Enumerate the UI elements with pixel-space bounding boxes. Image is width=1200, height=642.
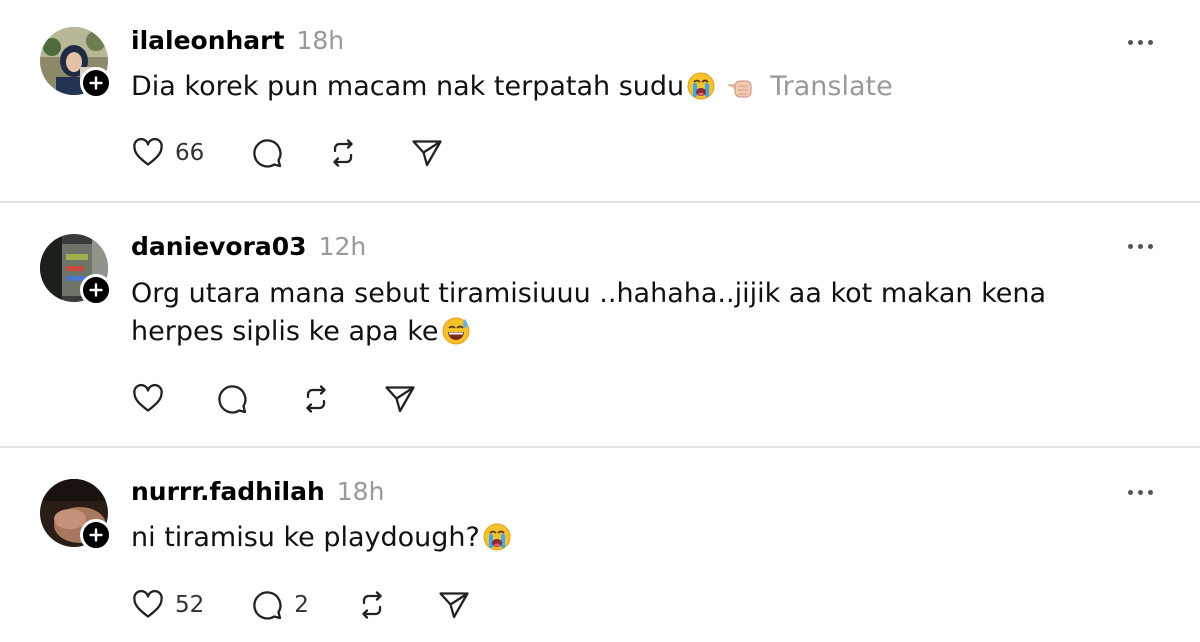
- heart-icon: [133, 137, 163, 166]
- translate-link[interactable]: Translate: [770, 71, 893, 102]
- repost-icon: [333, 139, 353, 167]
- repost-icon: [306, 385, 326, 413]
- like-count: 66: [175, 140, 205, 166]
- divider: [0, 201, 1200, 203]
- crying-emoji-icon: [482, 522, 512, 563]
- more-button[interactable]: [1128, 487, 1162, 497]
- repost-icon: [362, 591, 382, 619]
- like-count: 52: [175, 592, 205, 618]
- crying-emoji-icon: [686, 71, 716, 112]
- more-icon: [1148, 243, 1153, 249]
- plus-icon: [89, 283, 103, 297]
- avatar-wrap[interactable]: [40, 479, 112, 551]
- avatar-wrap[interactable]: [40, 234, 112, 306]
- reply-count: 2: [294, 592, 309, 618]
- timestamp[interactable]: 18h: [337, 477, 385, 506]
- like-button[interactable]: [131, 381, 175, 417]
- comment-icon: [253, 139, 282, 168]
- like-button[interactable]: 66: [131, 135, 204, 171]
- more-icon: [1138, 489, 1143, 495]
- username[interactable]: nurrr.fadhilah: [131, 477, 325, 506]
- post-body: Dia korek pun macam nak terpatah sudu Tr…: [131, 68, 1141, 112]
- more-button[interactable]: [1128, 37, 1162, 47]
- avatar-wrap[interactable]: [40, 27, 112, 99]
- more-icon: [1148, 489, 1153, 495]
- reply-button[interactable]: [215, 381, 259, 417]
- plus-icon: [89, 528, 103, 542]
- grinning-sweat-emoji-icon: [441, 316, 471, 357]
- repost-button[interactable]: [355, 587, 389, 623]
- heart-icon: [133, 383, 163, 412]
- more-icon: [1138, 39, 1143, 45]
- send-icon: [439, 592, 469, 619]
- username[interactable]: danievora03: [131, 232, 307, 261]
- more-icon: [1128, 39, 1133, 45]
- reply-button[interactable]: 2: [250, 587, 309, 623]
- post-text: Dia korek pun macam nak terpatah sudu: [131, 71, 685, 102]
- comment-icon: [253, 591, 282, 620]
- follow-button[interactable]: [80, 274, 112, 306]
- follow-button[interactable]: [80, 67, 112, 99]
- post-text: Org utara mana sebut tiramisiuuu ..hahah…: [131, 278, 1047, 347]
- post-body: ni tiramisu ke playdough?: [131, 519, 1141, 563]
- divider: [0, 446, 1200, 448]
- post-body: Org utara mana sebut tiramisiuuu ..hahah…: [131, 275, 1141, 357]
- send-icon: [385, 386, 415, 413]
- username[interactable]: ilaleonhart: [131, 26, 284, 55]
- timestamp[interactable]: 12h: [319, 232, 367, 261]
- follow-button[interactable]: [80, 519, 112, 551]
- more-icon: [1128, 489, 1133, 495]
- share-button[interactable]: [437, 587, 471, 623]
- plus-icon: [89, 76, 103, 90]
- like-button[interactable]: 52: [131, 587, 204, 623]
- comment-icon: [218, 385, 247, 414]
- more-icon: [1138, 243, 1143, 249]
- send-icon: [412, 140, 442, 167]
- share-button[interactable]: [383, 381, 417, 417]
- post-text: ni tiramisu ke playdough?: [131, 522, 480, 553]
- pointing-hand-emoji-icon: [726, 71, 756, 112]
- timestamp[interactable]: 18h: [296, 26, 344, 55]
- more-button[interactable]: [1128, 241, 1162, 251]
- share-button[interactable]: [410, 135, 444, 171]
- more-icon: [1148, 39, 1153, 45]
- repost-button[interactable]: [299, 381, 333, 417]
- reply-button[interactable]: [250, 135, 294, 171]
- repost-button[interactable]: [326, 135, 360, 171]
- more-icon: [1128, 243, 1133, 249]
- heart-icon: [133, 589, 163, 618]
